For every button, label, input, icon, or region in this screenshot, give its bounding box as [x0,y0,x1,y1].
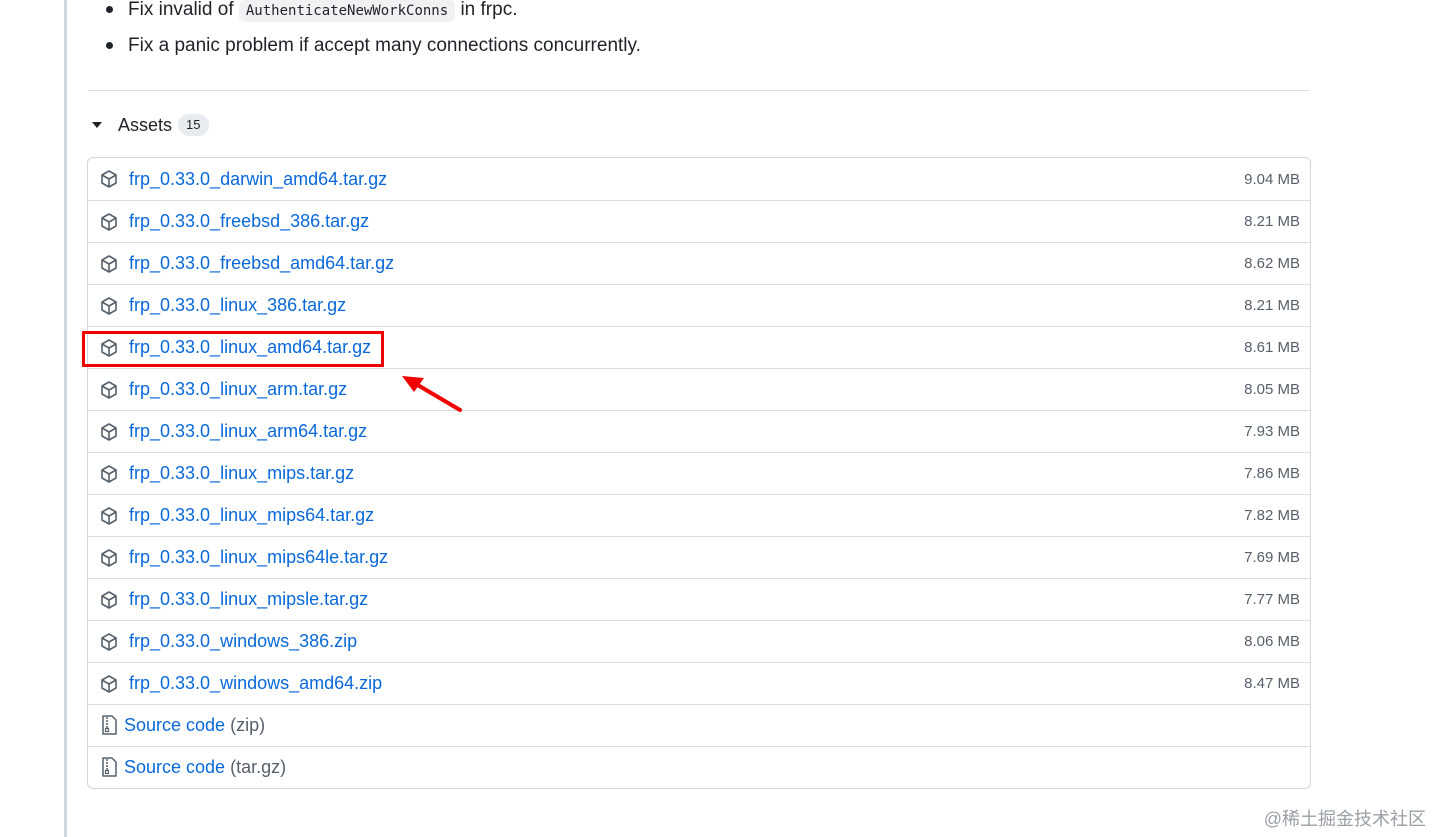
asset-row: frp_0.33.0_linux_mips64le.tar.gz 7.69 MB [88,536,1310,578]
source-code-zip-link[interactable]: Source code [124,715,225,735]
asset-download-link[interactable]: frp_0.33.0_linux_mipsle.tar.gz [129,589,368,610]
highlight-annotation-box [82,331,384,367]
asset-size: 7.93 MB [1244,423,1300,440]
code-snippet: AuthenticateNewWorkConns [238,0,456,22]
watermark: @稀土掘金技术社区 [1263,809,1426,829]
release-note-item: Fix invalid of AuthenticateNewWorkConns … [106,0,517,32]
asset-download-link[interactable]: frp_0.33.0_windows_amd64.zip [129,673,382,694]
asset-download-link[interactable]: frp_0.33.0_linux_mips64.tar.gz [129,505,374,526]
asset-download-link[interactable]: frp_0.33.0_linux_386.tar.gz [129,295,346,316]
assets-count-badge: 15 [178,114,209,136]
package-icon [101,297,117,315]
source-code-entry: Source code (zip) [124,715,265,736]
section-divider [88,90,1310,91]
asset-size: 8.21 MB [1244,213,1300,230]
assets-list: frp_0.33.0_darwin_amd64.tar.gz 9.04 MB f… [87,157,1311,789]
asset-row: frp_0.33.0_windows_386.zip 8.06 MB [88,620,1310,662]
package-icon [101,423,117,441]
asset-row: frp_0.33.0_freebsd_amd64.tar.gz 8.62 MB [88,242,1310,284]
asset-row: frp_0.33.0_linux_386.tar.gz 8.21 MB [88,284,1310,326]
package-icon [101,507,117,525]
source-code-targz-link[interactable]: Source code [124,757,225,777]
package-icon [101,381,117,399]
package-icon [101,675,117,693]
file-zip-icon [102,757,117,777]
asset-size: 8.21 MB [1244,297,1300,314]
asset-download-link[interactable]: frp_0.33.0_linux_mips.tar.gz [129,463,354,484]
asset-row: frp_0.33.0_linux_arm64.tar.gz 7.93 MB [88,410,1310,452]
asset-size: 8.05 MB [1244,381,1300,398]
asset-size: 9.04 MB [1244,170,1300,188]
assets-title[interactable]: Assets [118,115,172,136]
red-arrow-annotation [402,376,462,412]
asset-row: frp_0.33.0_linux_mips64.tar.gz 7.82 MB [88,494,1310,536]
package-icon [101,465,117,483]
asset-row: frp_0.33.0_linux_arm.tar.gz 8.05 MB [88,368,1310,410]
package-icon [101,255,117,273]
asset-size: 7.69 MB [1244,549,1300,566]
asset-size: 8.47 MB [1244,675,1300,692]
asset-download-link[interactable]: frp_0.33.0_windows_386.zip [129,631,357,652]
asset-row: frp_0.33.0_linux_mipsle.tar.gz 7.77 MB [88,578,1310,620]
release-note-text: Fix a panic problem if accept many conne… [128,35,641,56]
asset-download-link[interactable]: frp_0.33.0_linux_mips64le.tar.gz [129,547,388,568]
asset-row: frp_0.33.0_linux_mips.tar.gz 7.86 MB [88,452,1310,494]
asset-download-link[interactable]: frp_0.33.0_darwin_amd64.tar.gz [129,169,387,190]
release-note-item: Fix a panic problem if accept many conne… [106,34,641,68]
assets-header[interactable]: Assets 15 [88,110,209,140]
left-border-rule [64,0,67,837]
release-note-text: Fix invalid of [128,0,239,20]
asset-size: 8.62 MB [1244,255,1300,272]
source-code-format: (tar.gz) [230,757,287,777]
asset-row: frp_0.33.0_windows_amd64.zip 8.47 MB [88,662,1310,704]
source-code-row: Source code (zip) [88,704,1310,746]
asset-row: frp_0.33.0_darwin_amd64.tar.gz 9.04 MB [88,158,1310,200]
asset-size: 8.06 MB [1244,633,1300,650]
package-icon [101,549,117,567]
asset-size: 8.61 MB [1244,339,1300,356]
asset-download-link[interactable]: frp_0.33.0_linux_arm64.tar.gz [129,421,367,442]
source-code-format: (zip) [230,715,266,735]
package-icon [101,213,117,231]
package-icon [101,591,117,609]
asset-size: 7.82 MB [1244,507,1300,524]
asset-download-link[interactable]: frp_0.33.0_linux_arm.tar.gz [129,379,347,400]
package-icon [101,170,117,188]
source-code-entry: Source code (tar.gz) [124,757,286,778]
caret-down-icon[interactable] [92,122,102,128]
asset-size: 7.86 MB [1244,465,1300,482]
package-icon [101,633,117,651]
asset-download-link[interactable]: frp_0.33.0_freebsd_amd64.tar.gz [129,253,394,274]
asset-download-link[interactable]: frp_0.33.0_freebsd_386.tar.gz [129,211,369,232]
source-code-row: Source code (tar.gz) [88,746,1310,788]
release-note-text: in frpc. [455,0,518,20]
asset-size: 7.77 MB [1244,591,1300,608]
file-zip-icon [102,715,117,735]
asset-row: frp_0.33.0_freebsd_386.tar.gz 8.21 MB [88,200,1310,242]
